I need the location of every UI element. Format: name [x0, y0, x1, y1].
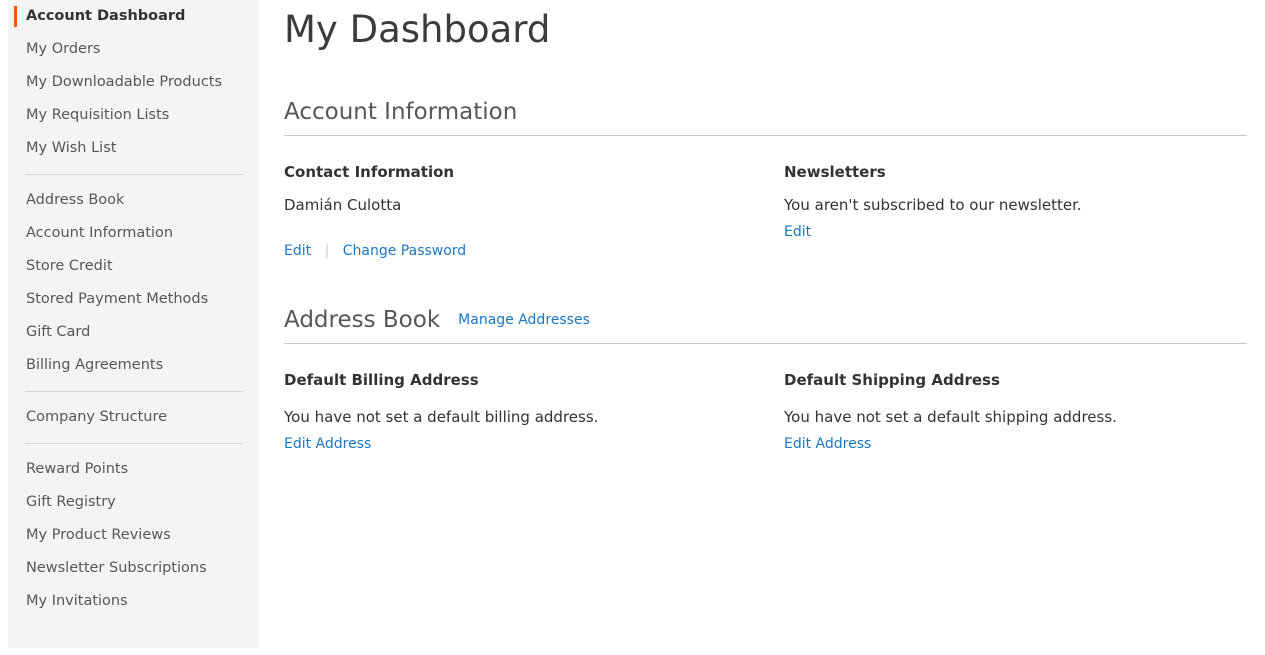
- default-billing-address-heading: Default Billing Address: [284, 371, 479, 389]
- edit-billing-address-link[interactable]: Edit Address: [284, 436, 371, 452]
- sidebar-item-label: Company Structure: [26, 409, 168, 425]
- active-marker-icon: [14, 6, 17, 27]
- sidebar-group-extras: Reward Points Gift Registry My Product R…: [8, 453, 259, 618]
- main-content: My Dashboard Account Information Contact…: [284, 0, 1247, 452]
- account-information-columns: Contact Information Damián Culotta Edit …: [284, 136, 1247, 260]
- address-book-heading: Address Book Manage Addresses: [284, 260, 1247, 343]
- sidebar-item-label: Gift Card: [26, 324, 91, 340]
- sidebar-item-label: My Requisition Lists: [26, 107, 170, 123]
- sidebar-divider: [25, 391, 243, 392]
- sidebar-item-gift-card[interactable]: Gift Card: [8, 316, 259, 349]
- account-dashboard-page: Account Dashboard My Orders My Downloada…: [0, 0, 1265, 655]
- sidebar-item-my-wish-list[interactable]: My Wish List: [8, 132, 259, 165]
- address-book-heading-text: Address Book: [284, 307, 441, 333]
- sidebar-group-company: Company Structure: [8, 401, 259, 434]
- contact-information-block: Contact Information Damián Culotta Edit …: [284, 136, 784, 260]
- sidebar-item-label: My Invitations: [26, 593, 128, 609]
- default-shipping-address-heading: Default Shipping Address: [784, 371, 1000, 389]
- contact-name: Damián Culotta: [284, 196, 402, 214]
- sidebar-item-label: My Downloadable Products: [26, 74, 223, 90]
- sidebar-item-label: My Product Reviews: [26, 527, 171, 543]
- default-shipping-address-actions: Edit Address: [784, 428, 1247, 452]
- sidebar-item-label: My Wish List: [26, 140, 117, 156]
- sidebar-group-account: Account Dashboard My Orders My Downloada…: [8, 0, 259, 165]
- account-sidebar-nav: Account Dashboard My Orders My Downloada…: [8, 0, 259, 648]
- sidebar-item-my-downloadable-products[interactable]: My Downloadable Products: [8, 66, 259, 99]
- sidebar-item-label: Billing Agreements: [26, 357, 164, 373]
- sidebar-item-label: Reward Points: [26, 461, 129, 477]
- default-billing-address-actions: Edit Address: [284, 428, 784, 452]
- sidebar-item-label: Store Credit: [26, 258, 113, 274]
- default-shipping-address-status: You have not set a default shipping addr…: [784, 408, 1117, 426]
- sidebar-item-label: Gift Registry: [26, 494, 116, 510]
- default-shipping-address-block: Default Shipping Address You have not se…: [784, 344, 1247, 452]
- sidebar-item-company-structure[interactable]: Company Structure: [8, 401, 259, 434]
- sidebar-item-my-requisition-lists[interactable]: My Requisition Lists: [8, 99, 259, 132]
- page-title: My Dashboard: [284, 8, 551, 51]
- edit-newsletter-link[interactable]: Edit: [784, 224, 811, 240]
- sidebar-item-label: My Orders: [26, 41, 101, 57]
- newsletters-heading: Newsletters: [784, 163, 886, 181]
- sidebar-item-store-credit[interactable]: Store Credit: [8, 250, 259, 283]
- sidebar-item-my-invitations[interactable]: My Invitations: [8, 585, 259, 618]
- sidebar-item-my-orders[interactable]: My Orders: [8, 33, 259, 66]
- sidebar-item-stored-payment-methods[interactable]: Stored Payment Methods: [8, 283, 259, 316]
- sidebar-item-billing-agreements[interactable]: Billing Agreements: [8, 349, 259, 382]
- sidebar-item-account-information[interactable]: Account Information: [8, 217, 259, 250]
- newsletter-status: You aren't subscribed to our newsletter.: [784, 196, 1082, 214]
- default-billing-address-status: You have not set a default billing addre…: [284, 408, 599, 426]
- edit-shipping-address-link[interactable]: Edit Address: [784, 436, 871, 452]
- edit-contact-link[interactable]: Edit: [284, 243, 311, 259]
- account-information-heading: Account Information: [284, 99, 518, 125]
- sidebar-item-my-product-reviews[interactable]: My Product Reviews: [8, 519, 259, 552]
- address-book-columns: Default Billing Address You have not set…: [284, 344, 1247, 452]
- contact-information-heading: Contact Information: [284, 163, 455, 181]
- sidebar-item-label: Account Information: [26, 225, 174, 241]
- contact-actions: Edit | Change Password: [284, 216, 784, 260]
- sidebar-item-account-dashboard[interactable]: Account Dashboard: [8, 0, 259, 33]
- sidebar-item-gift-registry[interactable]: Gift Registry: [8, 486, 259, 519]
- sidebar-item-address-book[interactable]: Address Book: [8, 184, 259, 217]
- newsletter-actions: Edit: [784, 216, 1247, 241]
- change-password-link[interactable]: Change Password: [343, 243, 466, 259]
- sidebar-item-reward-points[interactable]: Reward Points: [8, 453, 259, 486]
- sidebar-item-label: Address Book: [26, 192, 125, 208]
- action-separator: |: [324, 243, 330, 259]
- sidebar-divider: [25, 174, 243, 175]
- manage-addresses-link[interactable]: Manage Addresses: [458, 312, 590, 328]
- sidebar-divider: [25, 443, 243, 444]
- sidebar-item-label: Account Dashboard: [26, 8, 186, 24]
- sidebar-item-label: Newsletter Subscriptions: [26, 560, 207, 576]
- default-billing-address-block: Default Billing Address You have not set…: [284, 344, 784, 452]
- sidebar-item-label: Stored Payment Methods: [26, 291, 209, 307]
- sidebar-item-newsletter-subscriptions[interactable]: Newsletter Subscriptions: [8, 552, 259, 585]
- newsletters-block: Newsletters You aren't subscribed to our…: [784, 136, 1247, 260]
- sidebar-group-settings: Address Book Account Information Store C…: [8, 184, 259, 382]
